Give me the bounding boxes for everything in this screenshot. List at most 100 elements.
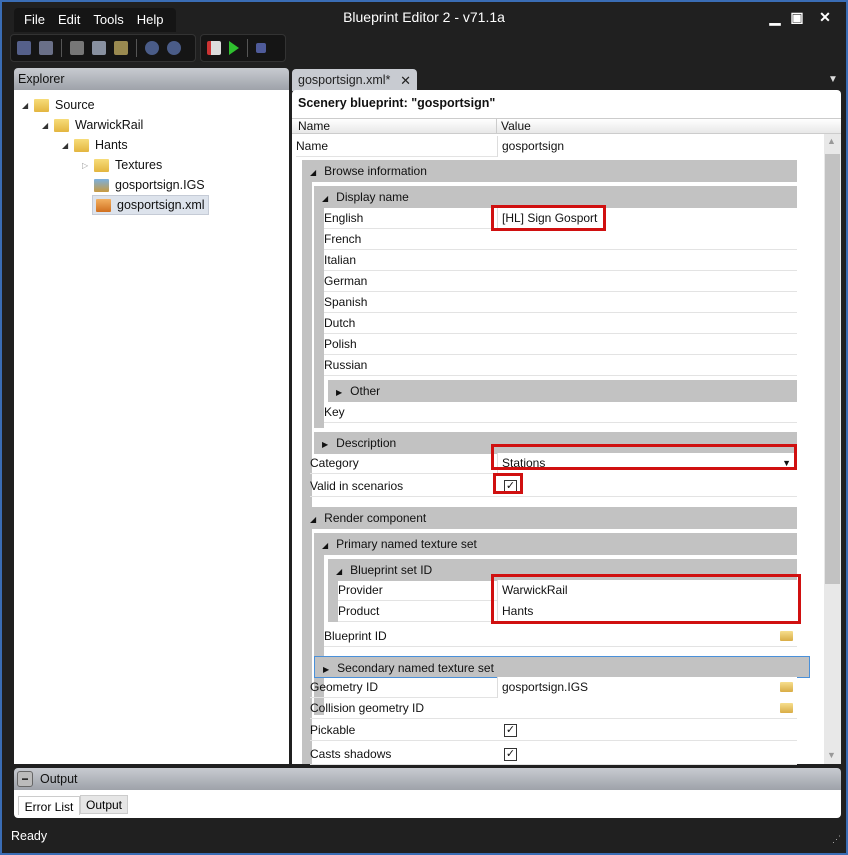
collapse-icon[interactable]: ◢	[310, 515, 316, 524]
browse-folder-icon[interactable]	[780, 682, 793, 692]
export-icon[interactable]	[207, 41, 221, 55]
tab-error-list[interactable]: Error List	[18, 796, 80, 815]
group-indent-bar	[314, 208, 324, 428]
folder-icon	[74, 138, 89, 152]
highlight-box	[491, 444, 797, 470]
expand-icon[interactable]: ▶	[336, 388, 342, 397]
value-text: gosportsign	[502, 139, 565, 153]
column-value-header[interactable]: Value	[496, 119, 796, 134]
undo-icon[interactable]	[145, 41, 159, 55]
group-secondary[interactable]: ▶ Secondary named texture set	[314, 656, 810, 678]
output-title: Output	[14, 768, 841, 790]
tree-item-igs[interactable]: gosportsign.IGS	[94, 175, 205, 195]
group-label: Browse information	[324, 164, 427, 178]
property-collision: Collision geometry ID	[310, 698, 797, 719]
menu-edit[interactable]: Edit	[58, 8, 80, 32]
property-russian: Russian	[324, 355, 797, 376]
property-value-name[interactable]: gosportsign	[497, 136, 797, 157]
explorer-panel: Explorer ◢ Source ◢ WarwickRail ◢ Hants ▷ Te…	[14, 68, 289, 764]
property-geometry: Geometry ID gosportsign.IGS	[310, 677, 797, 698]
output-panel: Output − Error List Output	[14, 768, 841, 820]
tab-output[interactable]: Output	[80, 795, 128, 814]
checkbox[interactable]: ✓	[504, 724, 517, 737]
property-label: Geometry ID	[310, 680, 379, 694]
maximize-button[interactable]: ▣	[788, 8, 806, 26]
vertical-scrollbar[interactable]: ▲ ▼	[824, 134, 841, 764]
tree-label: Source	[55, 98, 95, 112]
tree-item-hants[interactable]: ◢ Hants	[62, 135, 128, 155]
group-label: Other	[350, 384, 381, 398]
group-render[interactable]: ◢ Render component	[302, 507, 797, 529]
resize-grip-icon[interactable]: ⋰	[832, 834, 841, 845]
close-window-button[interactable]: ✕	[816, 8, 834, 26]
property-polish: Polish	[324, 334, 797, 355]
property-key: Key	[324, 402, 797, 423]
tree-item-source[interactable]: ◢ Source	[22, 95, 95, 115]
group-other[interactable]: ▶ Other	[328, 380, 797, 402]
property-label: Russian	[324, 358, 368, 372]
tree-item-warwickrail[interactable]: ◢ WarwickRail	[42, 115, 143, 135]
tab-list-dropdown-icon[interactable]: ▼	[828, 74, 838, 85]
editor-heading: Scenery blueprint: "gosportsign"	[298, 96, 496, 110]
property-label: German	[324, 274, 368, 288]
collapse-icon[interactable]: ◢	[336, 567, 342, 576]
tree-label: Hants	[95, 138, 128, 152]
run-icon[interactable]	[229, 41, 239, 55]
separator	[136, 39, 137, 57]
group-browse[interactable]: ◢ Browse information	[302, 160, 797, 182]
property-label: Name	[296, 139, 329, 153]
scroll-up-icon[interactable]: ▲	[827, 136, 836, 146]
property-label: Blueprint ID	[324, 629, 387, 643]
property-label: English	[324, 211, 364, 225]
property-italian: Italian	[324, 250, 797, 271]
separator	[61, 39, 62, 57]
collapse-output-button[interactable]: −	[17, 771, 33, 787]
menu-tools[interactable]: Tools	[93, 8, 123, 32]
tab-gosportsign-xml[interactable]: gosportsign.xml* ✕	[292, 69, 417, 91]
menu-file[interactable]: File	[24, 8, 45, 32]
property-valid: Valid in scenarios ✓	[310, 476, 797, 497]
highlight-box	[491, 574, 801, 624]
expand-icon[interactable]: ▶	[323, 665, 329, 674]
minimize-button[interactable]: ▁	[766, 8, 784, 26]
highlight-box	[493, 473, 523, 494]
collapse-icon[interactable]: ◢	[322, 194, 328, 203]
property-spanish: Spanish	[324, 292, 797, 313]
tab-label: gosportsign.xml*	[298, 73, 391, 87]
blueprint-file-icon	[96, 198, 111, 212]
property-pickable: Pickable ✓	[310, 720, 797, 741]
folder-icon	[34, 98, 49, 112]
column-name-header[interactable]: Name	[298, 119, 330, 134]
tree-item-textures[interactable]: ▷ Textures	[82, 155, 162, 175]
stop-icon[interactable]	[256, 43, 266, 53]
checkbox[interactable]: ✓	[504, 748, 517, 761]
save-icon[interactable]	[17, 41, 31, 55]
tree-item-xml[interactable]: gosportsign.xml	[92, 195, 209, 215]
property-dutch: Dutch	[324, 313, 797, 334]
save-all-icon[interactable]	[39, 41, 53, 55]
scrollbar-thumb[interactable]	[825, 154, 840, 584]
cut-icon[interactable]	[70, 41, 84, 55]
collapse-icon[interactable]: ◢	[310, 168, 316, 177]
browse-folder-icon[interactable]	[780, 631, 793, 641]
property-label: Valid in scenarios	[310, 479, 404, 493]
redo-icon[interactable]	[167, 41, 181, 55]
close-tab-icon[interactable]: ✕	[400, 69, 411, 92]
blueprint-editor: Scenery blueprint: "gosportsign" Name Va…	[292, 90, 841, 765]
paste-icon[interactable]	[114, 41, 128, 55]
property-shadows: Casts shadows ✓	[310, 744, 797, 765]
group-label: Primary named texture set	[336, 537, 477, 551]
group-primary[interactable]: ◢ Primary named texture set	[314, 533, 797, 555]
copy-icon[interactable]	[92, 41, 106, 55]
expand-icon[interactable]: ▶	[322, 440, 328, 449]
property-label: French	[324, 232, 362, 246]
collapse-icon[interactable]: ◢	[322, 541, 328, 550]
property-value-geometry[interactable]: gosportsign.IGS	[497, 677, 797, 698]
property-label: Pickable	[310, 723, 356, 737]
separator	[247, 39, 248, 57]
menu-help[interactable]: Help	[137, 8, 164, 32]
run-toolbar	[200, 34, 286, 62]
grid-header: Name Value	[292, 118, 841, 134]
scroll-down-icon[interactable]: ▼	[827, 750, 836, 760]
browse-folder-icon[interactable]	[780, 703, 793, 713]
